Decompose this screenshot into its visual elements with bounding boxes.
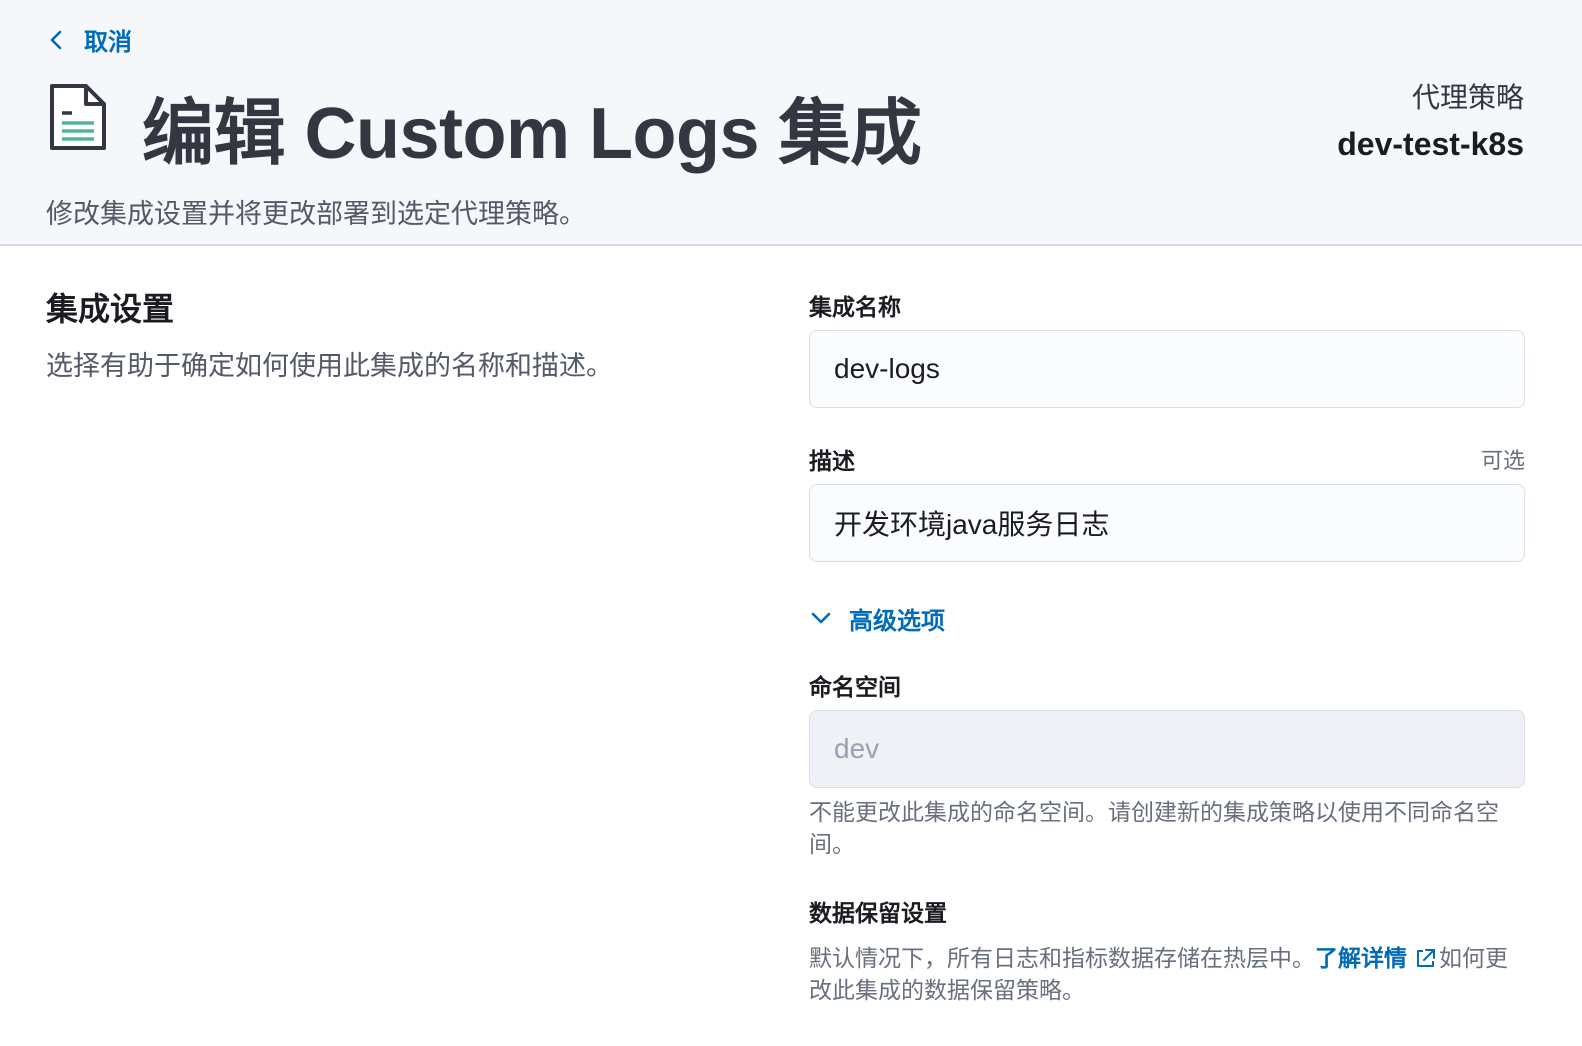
name-label: 集成名称 bbox=[809, 294, 901, 320]
description-label: 描述 bbox=[809, 448, 855, 474]
retention-label: 数据保留设置 bbox=[809, 900, 947, 926]
document-icon bbox=[46, 82, 108, 157]
retention-help-before: 默认情况下，所有日志和指标数据存储在热层中。 bbox=[809, 945, 1315, 971]
page-header: 取消 编辑 Custom Logs 集成 代理策略 dev-test-k8s 修… bbox=[0, 0, 1582, 246]
page-description: 修改集成设置并将更改部署到选定代理策略。 bbox=[46, 199, 586, 229]
retention-label-row: 数据保留设置 bbox=[809, 894, 1525, 928]
learn-more-link[interactable]: 了解详情 bbox=[1315, 945, 1439, 971]
optional-tag: 可选 bbox=[1480, 448, 1525, 473]
agent-policy-value: dev-test-k8s bbox=[1337, 126, 1524, 162]
name-input[interactable]: dev-logs bbox=[809, 330, 1525, 408]
namespace-label-row: 命名空间 bbox=[809, 668, 1525, 702]
agent-policy-label: 代理策略 bbox=[1411, 82, 1524, 113]
agent-policy-info: 代理策略 dev-test-k8s bbox=[1337, 80, 1524, 168]
external-link-icon bbox=[1417, 949, 1435, 967]
learn-more-label: 了解详情 bbox=[1315, 945, 1407, 971]
namespace-help-text: 不能更改此集成的命名空间。请创建新的集成策略以使用不同命名空间。 bbox=[809, 799, 1499, 857]
namespace-input: dev bbox=[809, 710, 1525, 788]
description-label-row: 描述 可选 bbox=[809, 442, 1525, 476]
section-title: 集成设置 bbox=[46, 291, 175, 327]
retention-help-text: 默认情况下，所有日志和指标数据存储在热层中。了解详情 如何更改此集成的数据保留策… bbox=[809, 942, 1525, 1006]
namespace-label: 命名空间 bbox=[809, 674, 901, 700]
description-input[interactable]: 开发环境java服务日志 bbox=[809, 484, 1525, 562]
chevron-left-icon bbox=[50, 30, 62, 49]
page-title: 编辑 Custom Logs 集成 bbox=[142, 94, 922, 174]
cancel-link[interactable]: 取消 bbox=[46, 22, 132, 57]
chevron-down-icon bbox=[811, 612, 831, 624]
advanced-options-toggle[interactable]: 高级选项 bbox=[809, 598, 1525, 638]
name-label-row: 集成名称 bbox=[809, 288, 1525, 322]
section-description: 选择有助于确定如何使用此集成的名称和描述。 bbox=[46, 351, 613, 381]
advanced-options-label: 高级选项 bbox=[849, 607, 945, 635]
integration-settings-form: 集成名称 dev-logs 描述 可选 开发环境java服务日志 高级选项 命名… bbox=[809, 288, 1525, 1006]
cancel-link-label: 取消 bbox=[84, 29, 132, 56]
